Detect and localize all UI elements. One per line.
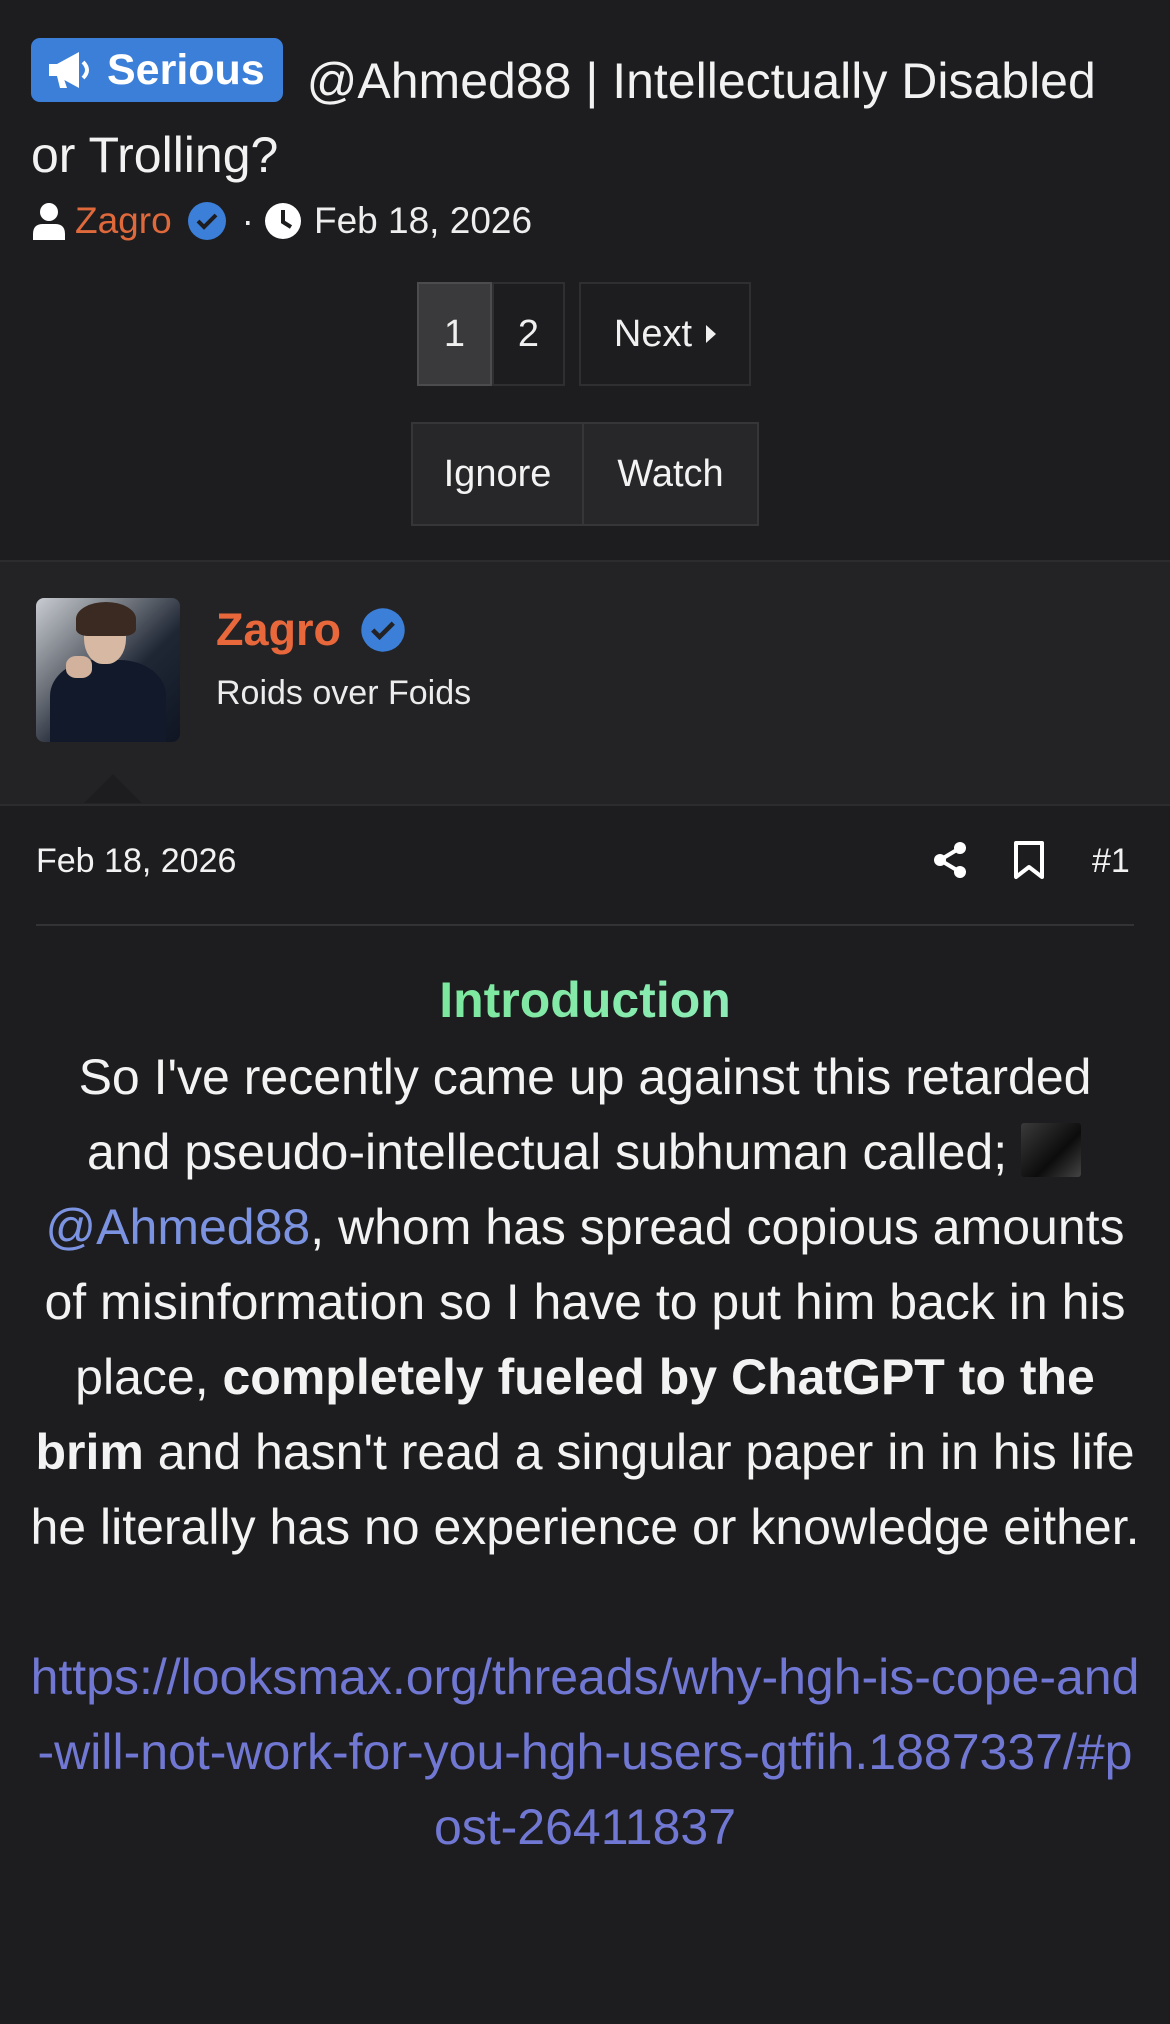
caret-right-icon — [706, 325, 717, 343]
post-author-link[interactable]: Zagro — [216, 604, 341, 656]
bookmark-icon[interactable] — [1012, 840, 1046, 880]
verified-icon — [187, 202, 226, 240]
post-divider — [36, 924, 1134, 926]
post-paragraph: So I've recently came up against this re… — [30, 1040, 1140, 1565]
post-author-strip — [0, 560, 1170, 806]
share-icon[interactable] — [930, 840, 970, 880]
ignore-label: Ignore — [443, 452, 552, 495]
post-text-1: So I've recently came up against this re… — [78, 1049, 1092, 1180]
next-page-button[interactable]: Next — [579, 282, 751, 386]
user-title: Roids over Foids — [216, 674, 472, 712]
thread-link[interactable]: https://looksmax.org/threads/why-hgh-is-… — [30, 1640, 1140, 1865]
prefix-label: Serious — [107, 46, 265, 94]
user-icon — [33, 203, 65, 240]
meta-separator: · — [241, 200, 254, 241]
thread-author-link[interactable]: Zagro — [75, 200, 172, 242]
clock-icon — [264, 203, 301, 239]
watch-label: Watch — [617, 452, 724, 495]
post-date[interactable]: Feb 18, 2026 — [36, 842, 236, 881]
mention-link[interactable]: @Ahmed88 — [45, 1199, 310, 1255]
author-caret — [84, 774, 142, 803]
post-body: Introduction So I've recently came up ag… — [30, 960, 1140, 1865]
avatar[interactable] — [36, 598, 180, 742]
thread-title-block: Serious @Ahmed88 | Intellectually Disabl… — [31, 38, 1141, 192]
page-2-button[interactable]: 2 — [492, 282, 565, 386]
post-author-name: Zagro — [216, 604, 407, 656]
megaphone-icon — [49, 52, 89, 88]
page-2-label: 2 — [517, 312, 540, 355]
page-1-button[interactable]: 1 — [417, 282, 492, 386]
post-header: Feb 18, 2026 #1 — [36, 836, 1134, 888]
next-label: Next — [613, 312, 693, 355]
prefix-badge[interactable]: Serious — [31, 38, 283, 102]
page-1-label: 1 — [443, 312, 466, 355]
post-text-3: and hasn't read a singular paper in in h… — [30, 1424, 1140, 1555]
ignore-button[interactable]: Ignore — [411, 422, 584, 526]
post-heading: Introduction — [30, 960, 1140, 1040]
thread-date[interactable]: Feb 18, 2026 — [314, 200, 532, 242]
post-number[interactable]: #1 — [1092, 842, 1130, 881]
thread-actions: Ignore Watch — [411, 422, 759, 526]
pagination: 1 2 Next — [417, 282, 751, 386]
watch-button[interactable]: Watch — [584, 422, 759, 526]
verified-icon — [361, 608, 405, 652]
mention-avatar[interactable] — [1020, 1123, 1081, 1177]
thread-header: Serious @Ahmed88 | Intellectually Disabl… — [0, 0, 1170, 560]
thread-meta: Zagro · Feb 18, 2026 — [31, 200, 532, 242]
thread-title: Serious @Ahmed88 | Intellectually Disabl… — [31, 38, 1141, 192]
